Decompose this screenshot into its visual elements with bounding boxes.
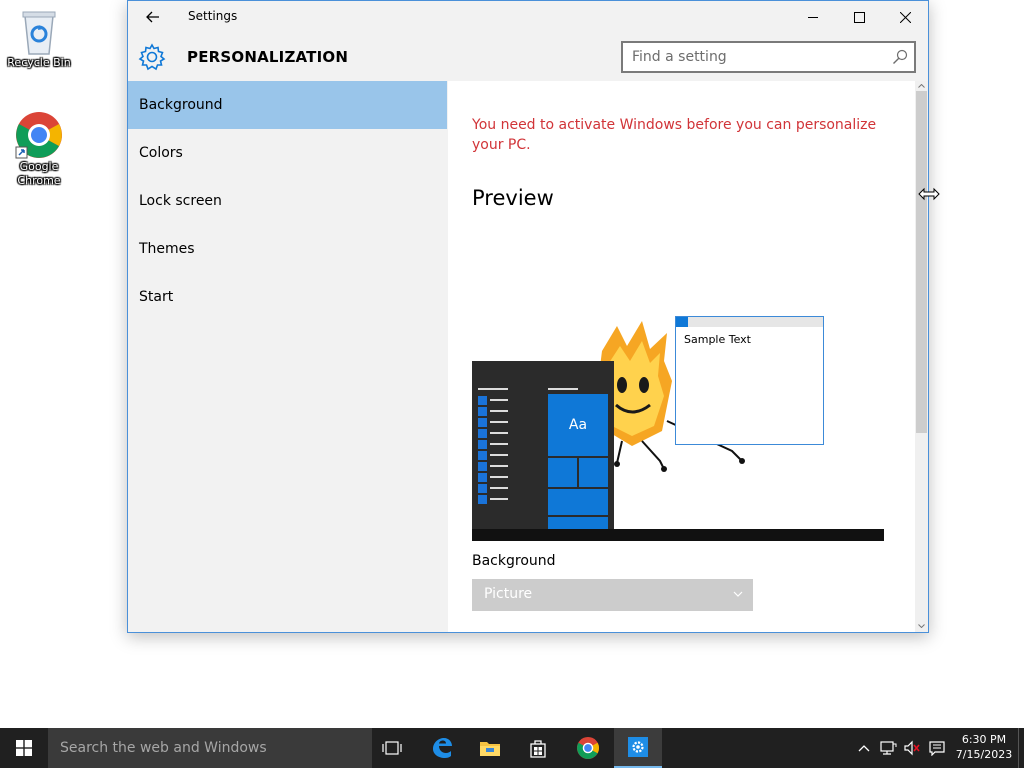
chrome-icon <box>576 736 600 760</box>
task-view-button[interactable] <box>368 728 416 768</box>
preview-taskbar <box>472 529 884 541</box>
taskbar-app-file-explorer[interactable] <box>466 728 514 768</box>
store-icon <box>530 740 546 758</box>
volume-muted-icon <box>904 740 920 756</box>
network-icon <box>880 741 897 755</box>
chevron-down-icon <box>733 591 743 597</box>
desktop-icon-google-chrome[interactable]: Google Chrome <box>3 110 75 188</box>
desktop-icon-recycle-bin[interactable]: Recycle Bin <box>3 8 75 70</box>
chevron-up-icon <box>858 745 870 752</box>
settings-icon <box>628 737 648 757</box>
clock-date: 7/15/2023 <box>955 748 1013 761</box>
page-header: PERSONALIZATION <box>128 33 928 81</box>
preview-start-menu: Aa <box>472 361 614 529</box>
taskbar: 6:30 PM 7/15/2023 <box>0 728 1024 768</box>
background-dropdown-value: Picture <box>484 586 533 602</box>
background-preview: Aa Sample Text <box>472 316 884 541</box>
preview-heading: Preview <box>472 186 554 210</box>
minimize-button[interactable] <box>790 1 836 33</box>
action-center-button[interactable] <box>925 728 949 768</box>
activation-warning: You need to activate Windows before you … <box>472 117 877 153</box>
taskbar-search-input[interactable] <box>48 728 372 768</box>
start-button[interactable] <box>0 728 48 768</box>
sidebar-item-label: Colors <box>139 145 183 161</box>
windows-logo-icon <box>16 740 32 756</box>
close-button[interactable] <box>882 1 928 33</box>
sidebar-item-themes[interactable]: Themes <box>128 225 447 273</box>
desktop-icon-label: Recycle Bin <box>7 56 71 69</box>
back-button[interactable] <box>138 5 168 29</box>
resize-cursor-icon <box>918 187 940 201</box>
sidebar-item-label: Background <box>139 97 223 113</box>
back-arrow-icon <box>146 11 159 23</box>
scroll-thumb[interactable] <box>916 91 927 433</box>
content-scrollbar[interactable] <box>915 81 928 632</box>
sidebar-item-colors[interactable]: Colors <box>128 129 447 177</box>
edge-icon <box>433 738 452 758</box>
sidebar-item-lock-screen[interactable]: Lock screen <box>128 177 447 225</box>
background-dropdown[interactable]: Picture <box>472 579 753 611</box>
chrome-icon <box>15 112 62 159</box>
title-bar[interactable]: Settings <box>128 1 928 33</box>
sidebar-item-label: Themes <box>139 241 195 257</box>
task-view-icon <box>382 741 402 755</box>
scroll-up-button[interactable] <box>915 81 928 91</box>
preview-tile: Aa <box>548 394 608 456</box>
minimize-icon <box>807 16 818 18</box>
file-explorer-icon <box>480 742 500 756</box>
show-hidden-icons-button[interactable] <box>854 728 874 768</box>
content-pane: You need to activate Windows before you … <box>448 81 915 632</box>
preview-window: Sample Text <box>675 316 824 445</box>
window-title: Settings <box>188 9 238 23</box>
sidebar: Background Colors Lock screen Themes Sta… <box>128 81 447 632</box>
sidebar-item-start[interactable]: Start <box>128 273 447 321</box>
clock-time: 6:30 PM <box>961 733 1007 746</box>
taskbar-search-box[interactable] <box>48 728 372 768</box>
page-title: PERSONALIZATION <box>187 48 349 66</box>
chevron-down-icon <box>918 624 925 628</box>
show-desktop-button[interactable] <box>1018 728 1024 768</box>
background-label: Background <box>472 553 556 569</box>
settings-search-box[interactable] <box>621 41 916 73</box>
settings-search-input[interactable] <box>623 43 883 71</box>
preview-sample-text: Sample Text <box>684 333 751 346</box>
action-center-icon <box>929 741 945 756</box>
recycle-bin-icon <box>22 11 56 55</box>
settings-window: Settings PERSONALIZATION Back <box>127 0 929 633</box>
desktop-icon-label: Google Chrome <box>17 160 61 187</box>
taskbar-app-chrome[interactable] <box>564 728 612 768</box>
scroll-down-button[interactable] <box>915 621 928 631</box>
search-icon <box>893 49 908 64</box>
chevron-up-icon <box>918 84 925 88</box>
volume-button[interactable] <box>901 728 923 768</box>
sidebar-item-label: Start <box>139 289 174 305</box>
close-icon <box>899 11 911 23</box>
sidebar-item-label: Lock screen <box>139 193 222 209</box>
gear-icon <box>138 43 166 71</box>
network-button[interactable] <box>877 728 899 768</box>
maximize-button[interactable] <box>836 1 882 33</box>
maximize-icon <box>853 11 865 23</box>
taskbar-app-settings[interactable] <box>614 728 662 768</box>
taskbar-app-store[interactable] <box>514 728 562 768</box>
system-clock[interactable]: 6:30 PM 7/15/2023 <box>948 732 1020 762</box>
taskbar-app-edge[interactable] <box>418 728 466 768</box>
sidebar-item-background[interactable]: Background <box>128 81 447 129</box>
